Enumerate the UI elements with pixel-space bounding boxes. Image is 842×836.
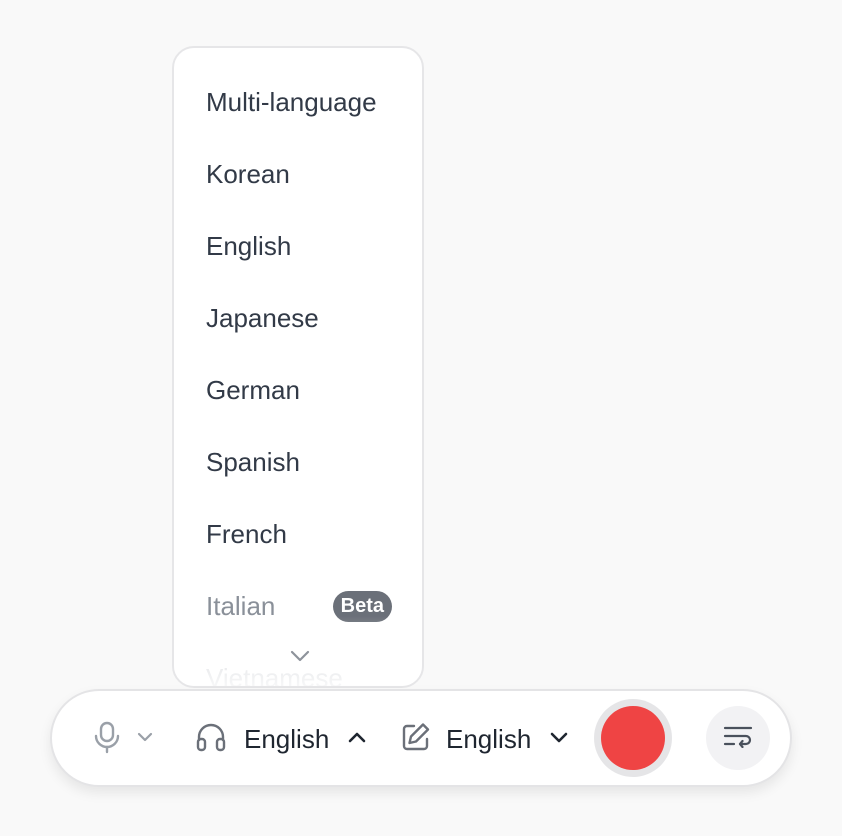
chevron-down-icon[interactable] xyxy=(288,648,312,664)
microphone-selector[interactable] xyxy=(92,721,154,757)
language-option-korean[interactable]: Korean xyxy=(206,154,392,194)
text-wrap-button[interactable] xyxy=(706,706,770,770)
language-option-german[interactable]: German xyxy=(206,370,392,410)
write-language-label: English xyxy=(446,723,532,754)
language-option-label: Italian xyxy=(206,590,276,621)
headphones-icon xyxy=(194,720,228,759)
language-option-label: Korean xyxy=(206,158,290,189)
record-button-ring xyxy=(594,699,672,777)
language-option-label: Spanish xyxy=(206,446,300,477)
language-option-label: German xyxy=(206,374,300,405)
recording-toolbar: English English xyxy=(50,689,792,787)
language-option-label: Vietnamese xyxy=(206,662,343,688)
language-option-english[interactable]: English xyxy=(206,226,392,266)
language-option-spanish[interactable]: Spanish xyxy=(206,442,392,482)
record-button[interactable] xyxy=(601,706,665,770)
chevron-down-icon xyxy=(549,730,569,749)
chevron-up-icon xyxy=(347,730,367,749)
microphone-icon xyxy=(92,720,122,759)
language-option-label: Multi-language xyxy=(206,86,377,117)
listen-language-label: English xyxy=(244,723,330,754)
language-option-japanese[interactable]: Japanese xyxy=(206,298,392,338)
language-option-french[interactable]: French xyxy=(206,514,392,554)
language-option-label: Japanese xyxy=(206,302,319,333)
language-option-label: French xyxy=(206,518,287,549)
beta-badge: Beta xyxy=(332,590,392,622)
language-dropdown: Multi-language Korean English Japanese G… xyxy=(172,46,424,688)
language-option-label: English xyxy=(206,230,292,261)
chevron-down-icon xyxy=(136,730,154,748)
text-wrap-icon xyxy=(723,724,753,753)
language-option-multi-language[interactable]: Multi-language xyxy=(206,82,392,122)
listen-language-selector[interactable]: English xyxy=(194,719,367,759)
write-language-selector[interactable]: English xyxy=(400,719,569,759)
edit-icon xyxy=(400,721,432,758)
language-option-italian[interactable]: Italian Beta xyxy=(206,586,392,626)
